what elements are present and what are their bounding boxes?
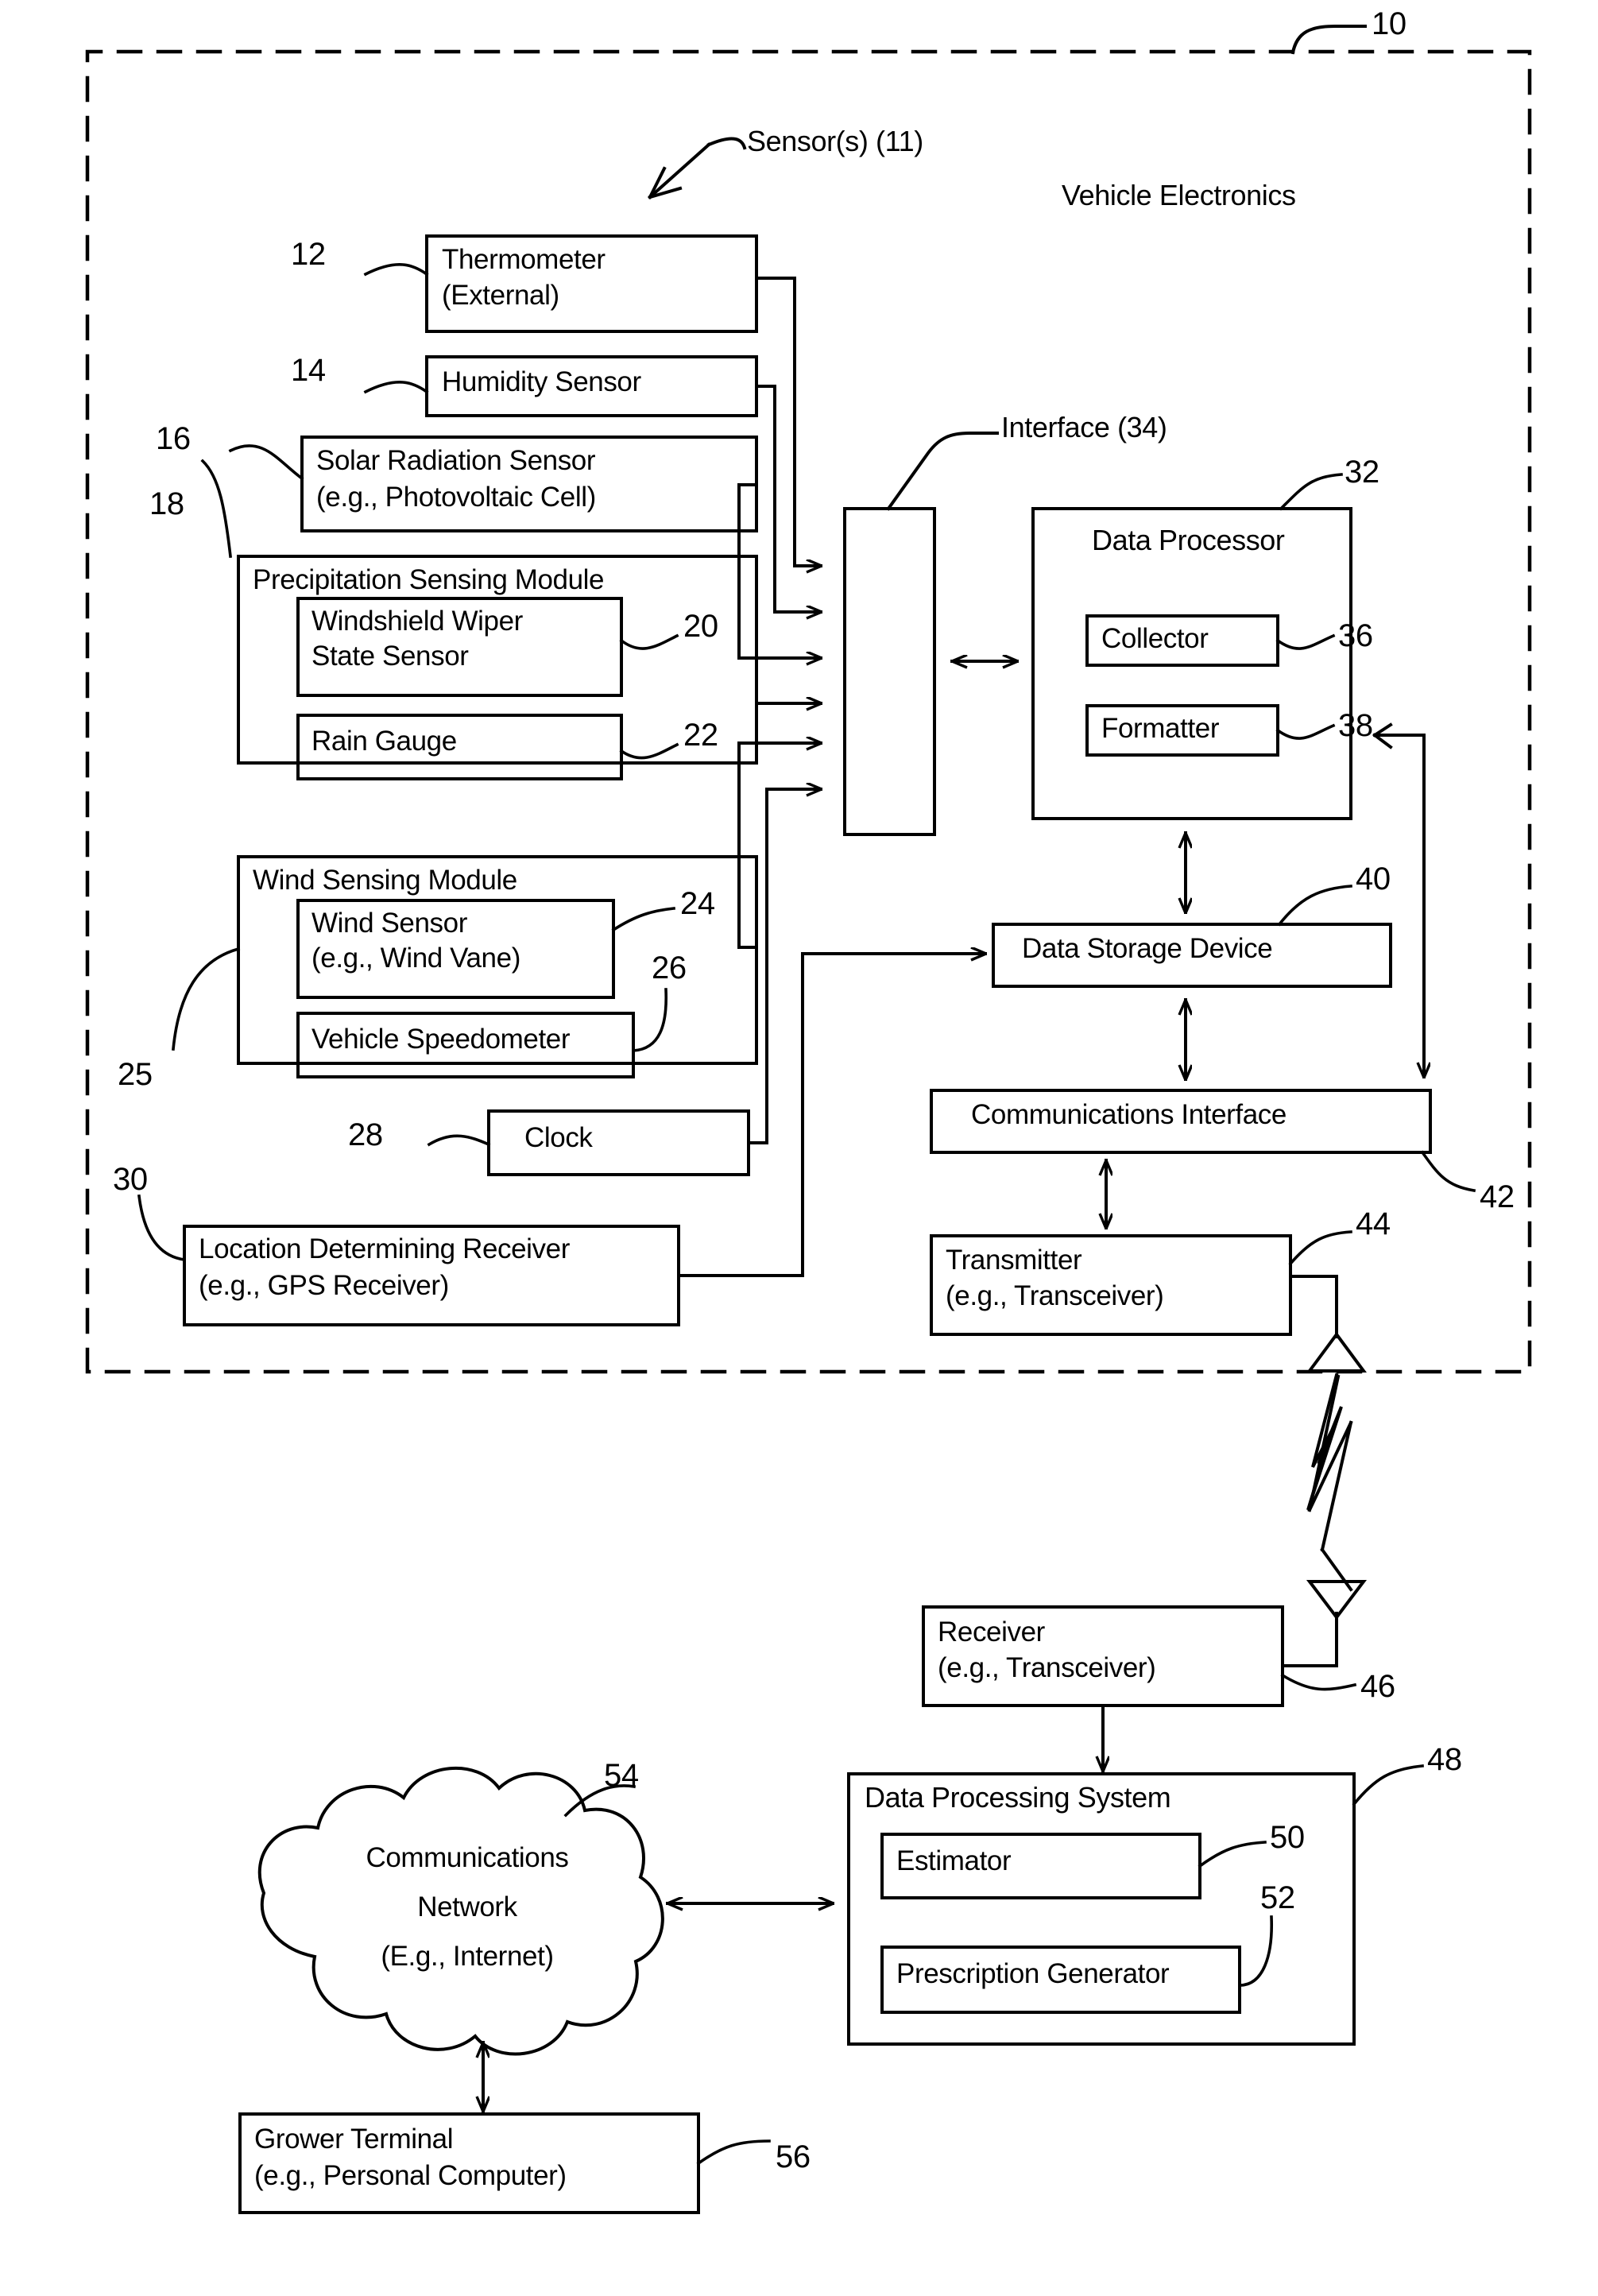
- ref-38: 38: [1338, 708, 1373, 743]
- grower-label-line1: Grower Terminal: [254, 2124, 454, 2155]
- ref-10: 10: [1372, 6, 1406, 41]
- receiver-label-line1: Receiver: [938, 1616, 1045, 1647]
- data-storage-label: Data Storage Device: [1022, 933, 1273, 964]
- clock-label: Clock: [524, 1122, 593, 1153]
- ref-28: 28: [348, 1117, 383, 1152]
- ref-54: 54: [604, 1758, 639, 1793]
- wind-sensor-label-line1: Wind Sensor: [311, 908, 467, 939]
- speedometer-label: Vehicle Speedometer: [311, 1024, 571, 1055]
- interface-box: [843, 507, 936, 836]
- gps-label-line2: (e.g., GPS Receiver): [199, 1270, 449, 1301]
- rain-gauge-label: Rain Gauge: [311, 726, 457, 757]
- transmitter-label-line1: Transmitter: [946, 1245, 1082, 1276]
- wiper-label-line2: State Sensor: [311, 641, 469, 672]
- estimator-label: Estimator: [896, 1845, 1012, 1876]
- ref-30: 30: [113, 1162, 148, 1197]
- ref-48: 48: [1427, 1742, 1462, 1777]
- ref-22: 22: [683, 718, 718, 753]
- network-label-line3: (E.g., Internet): [381, 1941, 554, 1972]
- ref-42: 42: [1480, 1179, 1515, 1214]
- interface-label: Interface (34): [1001, 411, 1167, 443]
- ref-40: 40: [1356, 861, 1391, 896]
- formatter-label: Formatter: [1101, 713, 1220, 744]
- ref-50: 50: [1270, 1820, 1305, 1855]
- thermometer-label-line1: Thermometer: [442, 244, 606, 275]
- sensor-group-label: Sensor(s) (11): [747, 125, 923, 157]
- humidity-label: Humidity Sensor: [442, 366, 641, 397]
- transmitter-label-line2: (e.g., Transceiver): [946, 1280, 1164, 1311]
- wiper-label-line1: Windshield Wiper: [311, 606, 523, 637]
- grower-label-line2: (e.g., Personal Computer): [254, 2160, 567, 2191]
- ref-12: 12: [291, 237, 326, 272]
- wind-sensor-label-line2: (e.g., Wind Vane): [311, 943, 520, 974]
- collector-label: Collector: [1101, 623, 1209, 654]
- vehicle-electronics-label: Vehicle Electronics: [1062, 179, 1296, 211]
- ref-52: 52: [1260, 1880, 1295, 1915]
- prescription-label: Prescription Generator: [896, 1958, 1170, 1989]
- receiver-label-line2: (e.g., Transceiver): [938, 1652, 1156, 1683]
- gps-label-line1: Location Determining Receiver: [199, 1233, 570, 1264]
- ref-24: 24: [680, 886, 715, 921]
- ref-14: 14: [291, 353, 326, 388]
- wind-module-label: Wind Sensing Module: [253, 865, 517, 896]
- ref-36: 36: [1338, 618, 1373, 653]
- ref-26: 26: [652, 951, 687, 985]
- comms-interface-label: Communications Interface: [971, 1099, 1287, 1130]
- ref-32: 32: [1345, 455, 1379, 490]
- solar-label-line1: Solar Radiation Sensor: [316, 445, 596, 476]
- ref-16: 16: [156, 421, 191, 456]
- thermometer-label-line2: (External): [442, 280, 559, 311]
- precip-module-label: Precipitation Sensing Module: [253, 564, 605, 595]
- ref-44: 44: [1356, 1206, 1391, 1241]
- figure-linework: [85, 25, 1532, 2214]
- patent-figure: 10 Sensor(s) (11) Vehicle Electronics In…: [0, 0, 1598, 2296]
- network-label-line2: Network: [417, 1891, 517, 1922]
- ref-20: 20: [683, 609, 718, 644]
- data-processor-label: Data Processor: [1092, 524, 1285, 556]
- network-label-line1: Communications: [366, 1842, 569, 1873]
- ref-18: 18: [149, 486, 184, 521]
- ref-46: 46: [1360, 1669, 1395, 1704]
- solar-label-line2: (e.g., Photovoltaic Cell): [316, 482, 596, 513]
- ref-25: 25: [118, 1057, 153, 1092]
- dps-label: Data Processing System: [865, 1781, 1171, 1814]
- ref-56: 56: [776, 2139, 811, 2174]
